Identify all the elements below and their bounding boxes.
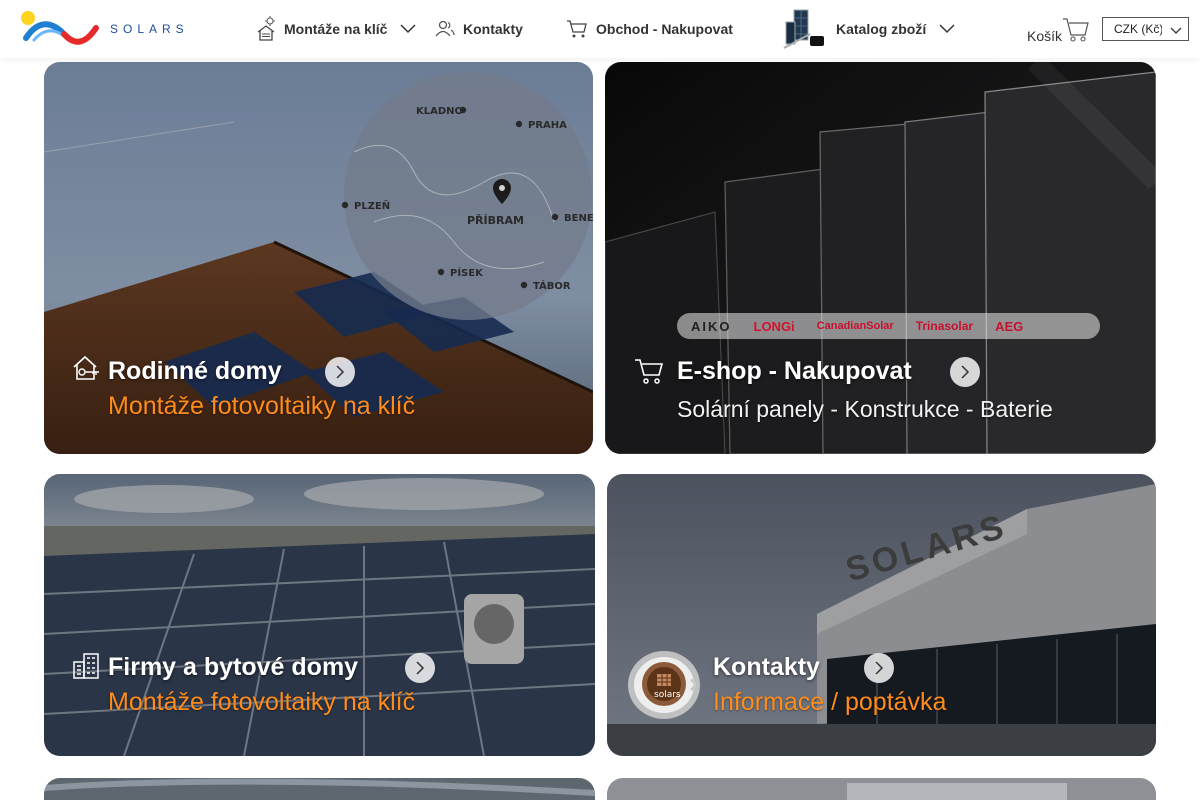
nav-obchod-label: Obchod - Nakupovat [596,21,733,37]
cart-label: Košík [1027,28,1063,44]
chevron-down-icon [938,23,956,35]
nav-montaze-na-klic[interactable]: Montáže na klíč [256,0,417,58]
card-arrow-button[interactable] [325,357,355,387]
chevron-down-icon [399,23,417,35]
nav-katalog-label: Katalog zboží [836,21,927,37]
brand-logo: AEG [995,318,1024,334]
card-arrow-button[interactable] [864,653,894,683]
house-key-icon [73,355,99,380]
cart-icon [1062,13,1090,46]
brand-logo: Trinasolar [915,319,974,333]
card-title: Rodinné domy [108,357,282,385]
card-rodinne-domy[interactable]: KLADNO PRAHA PLZEŇ PŘÍBRAM BENEŠ PÍSEK T… [44,62,593,454]
card-title: Firmy a bytové domy [108,653,359,681]
card-eshop[interactable]: AIKO LONGi CanadianSolar Trinasolar AEG … [605,62,1156,454]
card-partial-right[interactable] [607,778,1156,800]
shopping-cart-icon [635,359,664,384]
card-title: Kontakty [713,653,820,681]
currency-select[interactable]: CZK (Kč) [1102,17,1189,41]
nav-obchod-nakupovat[interactable]: Obchod - Nakupovat [566,0,733,58]
chevron-down-icon [1170,24,1182,38]
logo-wordmark: SOLARS [110,22,189,36]
nav-kontakty-label: Kontakty [463,21,523,37]
card-subtitle: Solární panely - Konstrukce - Baterie [677,396,1053,422]
card-arrow-button[interactable] [405,653,435,683]
card-title: E-shop - Nakupovat [677,357,912,385]
brand-logo: AIKO [691,318,732,334]
solar-house-icon [256,16,276,42]
shopping-cart-icon [566,19,588,39]
nav-kontakty[interactable]: Kontakty [435,0,523,58]
coffee-badge-text: solars [654,690,681,700]
cart-button[interactable]: Košík [1027,16,1090,46]
brand-logo: LONGi [753,318,795,334]
nav-katalog-zbozi[interactable]: Katalog zboží [782,0,956,58]
brand-logos-strip: AIKO LONGi CanadianSolar Trinasolar AEG [677,313,1100,339]
card-arrow-button[interactable] [950,357,980,387]
partial-photo [607,778,1156,800]
brand-logo: CanadianSolar [816,320,894,332]
currency-value: CZK (Kč) [1114,22,1162,36]
building-icon [73,653,99,679]
site-header: SOLARS Montáže na klíč Kontakty Obchod -… [0,0,1200,58]
partial-photo [44,778,595,800]
solar-panel-product-icon [782,8,828,50]
chevron-right-icon [961,365,970,379]
card-subtitle: Informace / poptávka [713,688,947,716]
card-firmy-bytove-domy[interactable]: Firmy a bytové domy Montáže fotovoltaiky… [44,474,595,756]
users-icon [435,20,455,38]
card-kontakty[interactable]: SOLARS solars Kontakty Informace / poptá… [607,474,1156,756]
chevron-right-icon [875,661,884,675]
chevron-right-icon [416,661,425,675]
card-subtitle: Montáže fotovoltaiky na klíč [108,392,416,420]
card-partial-left[interactable] [44,778,595,800]
chevron-right-icon [336,365,345,379]
nav-montaze-label: Montáže na klíč [284,21,388,37]
card-subtitle: Montáže fotovoltaiky na klíč [108,688,416,716]
coffee-cup-icon: solars [628,651,700,719]
